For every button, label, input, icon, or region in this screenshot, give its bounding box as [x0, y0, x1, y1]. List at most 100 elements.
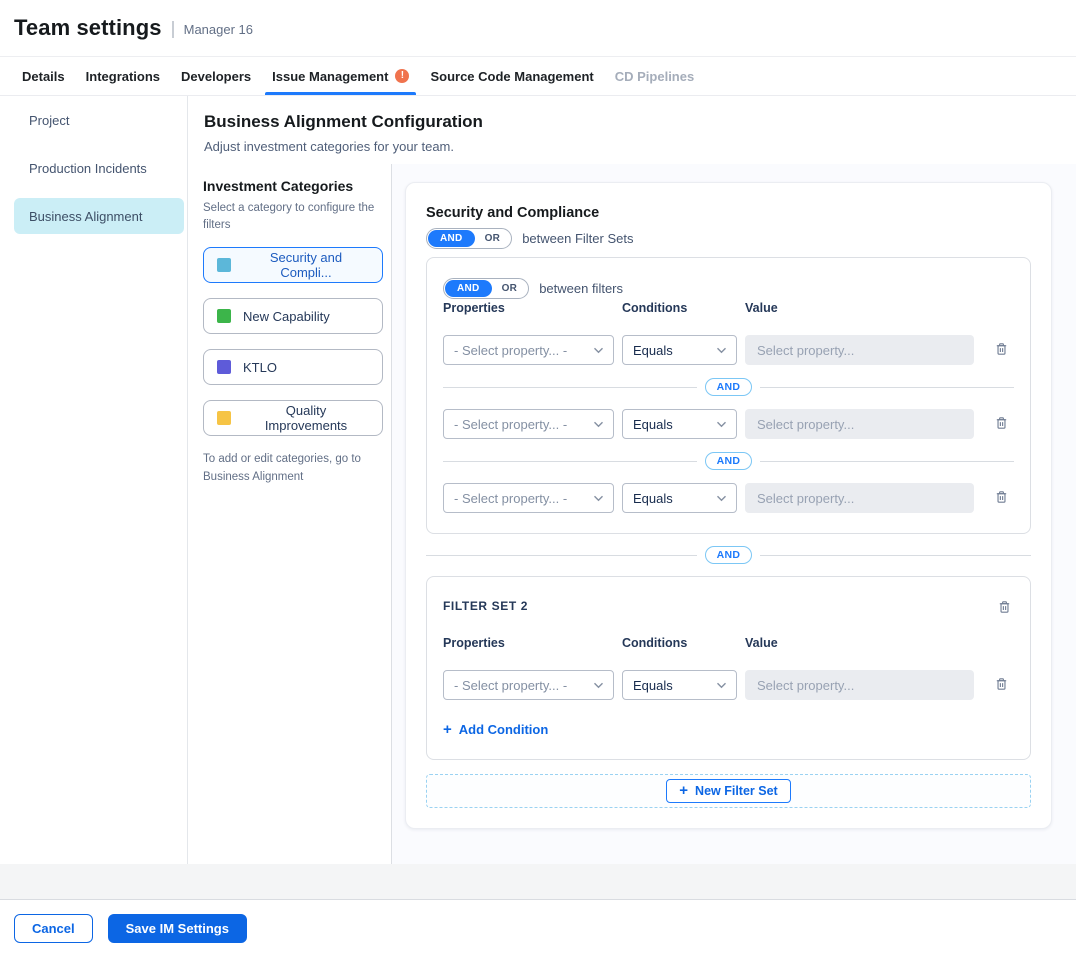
- toggle-suffix-label: between Filter Sets: [522, 231, 633, 246]
- filter-set-1-card: AND OR between filters Properties Condit…: [426, 257, 1031, 534]
- sidebar-item-business-alignment[interactable]: Business Alignment: [14, 198, 184, 234]
- toggle-or-option[interactable]: OR: [475, 233, 511, 244]
- tab-integrations-label: Integrations: [86, 69, 160, 84]
- sidebar-item-project[interactable]: Project: [14, 102, 184, 138]
- delete-condition-button[interactable]: [992, 674, 1011, 697]
- filter-set-2-card: FILTER SET 2 Properties Conditions Value: [426, 576, 1031, 760]
- filter-set-2-title: FILTER SET 2: [443, 597, 528, 613]
- chevron-down-icon: [716, 495, 727, 502]
- tab-details-label: Details: [22, 69, 65, 84]
- condition-select[interactable]: Equals: [622, 409, 737, 439]
- conditions-column-header: Conditions: [622, 636, 737, 650]
- page-title: Team settings: [14, 15, 162, 41]
- category-filters-panel: Security and Compliance AND OR between F…: [405, 182, 1052, 829]
- tab-developers[interactable]: Developers: [171, 57, 261, 95]
- properties-column-header: Properties: [443, 636, 614, 650]
- and-connector-pill: AND: [705, 452, 753, 470]
- category-button-security-and-compliance[interactable]: Security and Compli...: [203, 247, 383, 283]
- delete-condition-button[interactable]: [992, 413, 1011, 436]
- content-region: Project Production Incidents Business Al…: [0, 96, 1076, 864]
- condition-select[interactable]: Equals: [622, 335, 737, 365]
- tab-issue-management[interactable]: Issue Management !: [262, 57, 419, 95]
- value-input[interactable]: [745, 483, 974, 513]
- category-button-new-capability[interactable]: New Capability: [203, 298, 383, 334]
- trash-icon: [994, 341, 1009, 360]
- sidebar-item-business-alignment-label: Business Alignment: [29, 209, 142, 224]
- toggle-and-option[interactable]: AND: [445, 280, 492, 297]
- chevron-down-icon: [593, 421, 604, 428]
- tab-source-code-management[interactable]: Source Code Management: [420, 57, 603, 95]
- new-filter-set-button[interactable]: + New Filter Set: [666, 779, 790, 803]
- condition-select[interactable]: Equals: [622, 483, 737, 513]
- and-or-toggle[interactable]: AND OR: [443, 278, 529, 299]
- delete-filter-set-button[interactable]: [995, 597, 1014, 620]
- toggle-or-option[interactable]: OR: [492, 283, 528, 294]
- action-footer: Cancel Save IM Settings: [0, 900, 1076, 956]
- trash-icon: [997, 599, 1012, 618]
- category-label: KTLO: [243, 360, 277, 375]
- team-settings-page: Team settings Manager 16 Details Integra…: [0, 0, 1076, 956]
- cancel-button[interactable]: Cancel: [14, 914, 93, 943]
- app-header: Team settings Manager 16: [0, 0, 1076, 57]
- section-subtitle: Adjust investment categories for your te…: [204, 139, 1060, 154]
- toggle-and-option[interactable]: AND: [428, 230, 475, 247]
- save-im-settings-button[interactable]: Save IM Settings: [108, 914, 247, 943]
- property-select[interactable]: - Select property... -: [443, 670, 614, 700]
- tab-developers-label: Developers: [181, 69, 251, 84]
- category-button-ktlo[interactable]: KTLO: [203, 349, 383, 385]
- chevron-down-icon: [593, 347, 604, 354]
- tab-cd-pipelines-label: CD Pipelines: [615, 69, 694, 84]
- category-color-swatch: [217, 258, 231, 272]
- sidebar-item-project-label: Project: [29, 113, 69, 128]
- filter-set-connector: AND: [426, 546, 1031, 564]
- category-color-swatch: [217, 411, 231, 425]
- chevron-down-icon: [593, 682, 604, 689]
- property-select[interactable]: - Select property... -: [443, 409, 614, 439]
- conditions-column-header: Conditions: [622, 301, 737, 315]
- add-condition-label: Add Condition: [459, 722, 549, 737]
- condition-select[interactable]: Equals: [622, 670, 737, 700]
- settings-tabbar: Details Integrations Developers Issue Ma…: [0, 57, 1076, 96]
- tab-details[interactable]: Details: [12, 57, 75, 95]
- category-label: Quality Improvements: [243, 403, 369, 433]
- category-color-swatch: [217, 360, 231, 374]
- column-headers: Properties Conditions Value: [443, 636, 1014, 650]
- investment-categories-description: Select a category to configure the filte…: [203, 200, 375, 233]
- investment-categories-column: Investment Categories Select a category …: [188, 164, 392, 864]
- sidebar-item-production-incidents-label: Production Incidents: [29, 161, 147, 176]
- condition-select-value: Equals: [633, 343, 673, 358]
- property-select-value: - Select property... -: [454, 678, 567, 693]
- category-button-quality-improvements[interactable]: Quality Improvements: [203, 400, 383, 436]
- filter-sets-operator-row: AND OR between Filter Sets: [426, 228, 1031, 249]
- sidebar-item-production-incidents[interactable]: Production Incidents: [14, 150, 184, 186]
- value-input[interactable]: [745, 335, 974, 365]
- plus-icon: +: [443, 722, 452, 737]
- value-input[interactable]: [745, 409, 974, 439]
- tab-integrations[interactable]: Integrations: [76, 57, 170, 95]
- bottom-band: [0, 864, 1076, 900]
- and-connector-pill: AND: [705, 546, 753, 564]
- value-column-header: Value: [745, 301, 974, 315]
- main-panel: Business Alignment Configuration Adjust …: [188, 96, 1076, 864]
- delete-condition-button[interactable]: [992, 339, 1011, 362]
- property-select[interactable]: - Select property... -: [443, 335, 614, 365]
- value-input[interactable]: [745, 670, 974, 700]
- property-select-value: - Select property... -: [454, 491, 567, 506]
- tab-issue-management-label: Issue Management: [272, 69, 388, 84]
- chevron-down-icon: [593, 495, 604, 502]
- condition-connector: AND: [443, 452, 1014, 470]
- chevron-down-icon: [716, 347, 727, 354]
- and-or-toggle[interactable]: AND OR: [426, 228, 512, 249]
- delete-condition-button[interactable]: [992, 487, 1011, 510]
- categories-footnote: To add or edit categories, go to Busines…: [203, 451, 383, 486]
- value-column-header: Value: [745, 636, 974, 650]
- properties-column-header: Properties: [443, 301, 614, 315]
- section-header: Business Alignment Configuration Adjust …: [188, 96, 1076, 164]
- new-filter-set-zone: + New Filter Set: [426, 774, 1031, 808]
- add-condition-button[interactable]: + Add Condition: [443, 722, 548, 737]
- property-select[interactable]: - Select property... -: [443, 483, 614, 513]
- config-columns: Investment Categories Select a category …: [188, 164, 1076, 864]
- chevron-down-icon: [716, 682, 727, 689]
- column-headers: Properties Conditions Value: [443, 301, 1014, 315]
- filter-row: - Select property... - Equals: [443, 335, 1014, 365]
